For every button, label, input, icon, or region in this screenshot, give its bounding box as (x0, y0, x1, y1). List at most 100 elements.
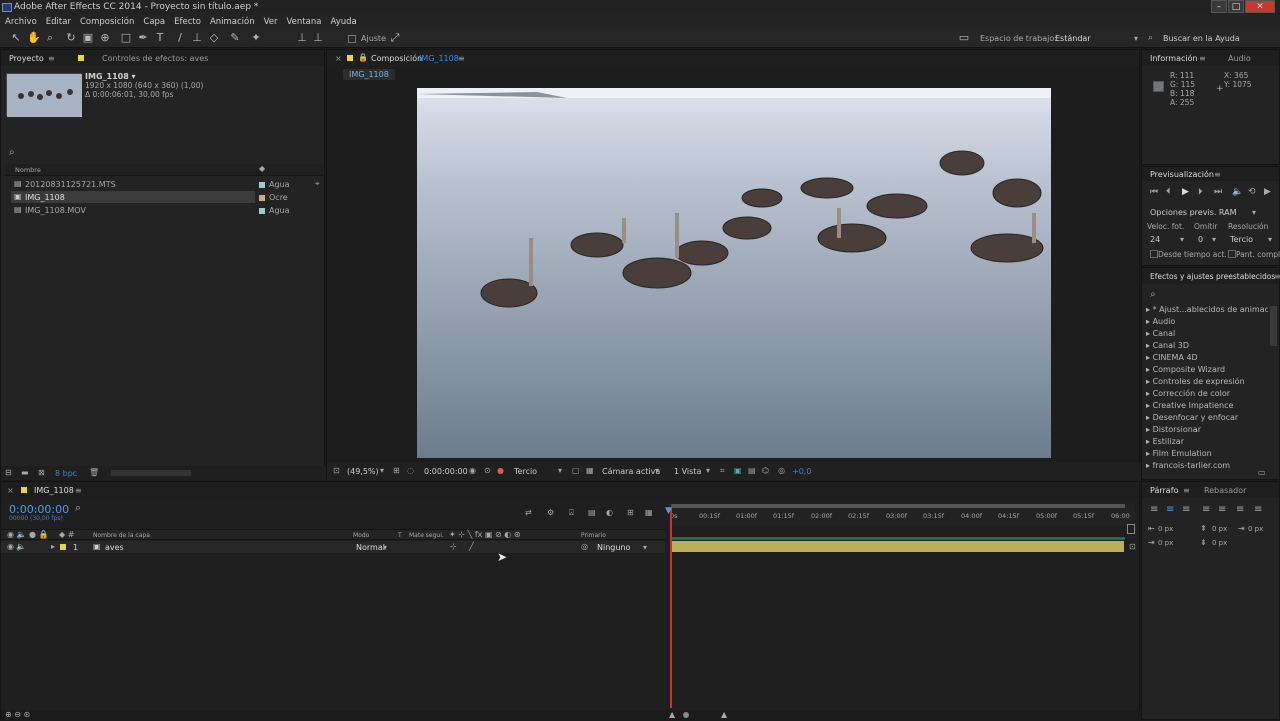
list-item[interactable]: ▸ Composite Wizard (1146, 365, 1225, 374)
skip-dropdown-icon[interactable]: ▾ (1212, 235, 1216, 244)
previous-frame-icon[interactable]: ⏴ (1166, 187, 1171, 197)
skip-select[interactable]: 0 (1198, 235, 1203, 244)
preview-resolution-select[interactable]: Tercio (1230, 235, 1253, 244)
video-visibility-icon[interactable]: ◉ (7, 542, 14, 551)
region-of-interest-icon[interactable]: ▢ (572, 466, 580, 475)
justify-all-icon[interactable]: ≡ (1254, 504, 1262, 515)
frame-blending-icon[interactable]: ▤ (588, 508, 596, 517)
resolution-select[interactable]: Tercio (514, 467, 537, 476)
fast-previews-icon[interactable]: ▣ (734, 466, 742, 475)
eraser-tool-icon[interactable]: ◇ (208, 32, 220, 44)
list-item[interactable]: ▸ Corrección de color (1146, 389, 1230, 398)
timeline-search-icon[interactable]: ⌕ (75, 501, 81, 515)
toggle-pixel-aspect-icon[interactable]: ⌗ (720, 466, 725, 476)
column-track-matte[interactable]: Mate segui. (409, 532, 444, 539)
menu-icon[interactable]: ≡ (1274, 272, 1280, 281)
justify-right-icon[interactable]: ≡ (1236, 504, 1244, 515)
preview-resolution-dropdown-icon[interactable]: ▾ (1268, 235, 1272, 244)
space-after-value[interactable]: 0 px (1212, 539, 1227, 547)
new-preset-icon[interactable]: ▭ (1258, 468, 1266, 477)
tab-audio[interactable]: Audio (1228, 54, 1251, 63)
layer-name[interactable]: aves (105, 543, 124, 552)
column-t[interactable]: T (398, 532, 402, 539)
list-item[interactable]: ▸ Canal (1146, 329, 1175, 338)
indent-left-value[interactable]: 0 px (1158, 525, 1173, 533)
label-column-icon[interactable]: ◆ (259, 164, 265, 173)
layer-mode-select[interactable]: Normal (356, 543, 385, 552)
quality-switch-icon[interactable]: ╱ (469, 542, 474, 551)
roto-brush-tool-icon[interactable]: ✎ (229, 32, 241, 44)
list-item[interactable]: ▣ IMG_1108 (11, 191, 255, 203)
maximize-button[interactable]: □ (1228, 0, 1244, 13)
menu-capa[interactable]: Capa (143, 17, 165, 27)
justify-left-icon[interactable]: ≡ (1202, 504, 1210, 515)
bpc-button[interactable]: 8 bpc (55, 469, 77, 478)
help-search-input[interactable]: Buscar en la Ayuda (1163, 34, 1240, 43)
expand-panes-icons[interactable]: ⊕ ⊖ ⊛ (5, 710, 30, 719)
column-mode[interactable]: Modo (353, 532, 369, 539)
list-item[interactable]: ▤ IMG_1108.MOV Agua (11, 204, 321, 216)
audio-toggle-icon[interactable]: 🔈 (16, 542, 26, 551)
resolution-dropdown-icon[interactable]: ▾ (558, 466, 562, 475)
rotate-tool-icon[interactable]: ↻ (65, 32, 77, 44)
timeline-icon[interactable]: ▤ (748, 466, 756, 475)
hide-shy-layers-icon[interactable]: ⍓ (569, 508, 574, 518)
list-item[interactable]: ▸ Canal 3D (1146, 341, 1189, 350)
composition-subtab[interactable]: IMG_1108 (343, 69, 395, 80)
camera-tool-icon[interactable]: ▣ (82, 32, 94, 44)
zoom-in-icon[interactable]: ▲ (721, 710, 727, 719)
interpret-footage-icon[interactable]: ⊟ (5, 468, 12, 477)
snap-checkbox[interactable] (348, 35, 356, 43)
comp-mini-flowchart-icon[interactable]: ⇄ (525, 508, 532, 517)
puppet-tool-icon[interactable]: ✦ (250, 32, 262, 44)
justify-center-icon[interactable]: ≡ (1218, 504, 1226, 515)
brainstorm-icon[interactable]: ▦ (645, 508, 653, 517)
table-row[interactable]: ◉ 🔈 ▸ 1 ▣ aves Normal ▾ ⊹ ╱ ◎ Ninguno ▾ (1, 541, 665, 553)
delete-icon[interactable]: 🗑 (89, 468, 99, 477)
column-parent[interactable]: Primario (581, 532, 606, 539)
ram-options-select[interactable]: Opciones previs. RAM (1150, 208, 1237, 217)
next-frame-icon[interactable]: ⏵ (1198, 187, 1203, 197)
menu-animacion[interactable]: Animación (210, 17, 255, 27)
full-screen-checkbox[interactable] (1228, 250, 1236, 258)
tab-effect-controls[interactable]: Controles de efectos: aves (102, 54, 208, 63)
fps-dropdown-icon[interactable]: ▾ (1180, 235, 1184, 244)
mask-visibility-icon[interactable]: ◌ (407, 466, 414, 475)
menu-composicion[interactable]: Composición (80, 17, 134, 27)
camera-dropdown-icon[interactable]: ▾ (655, 466, 659, 475)
new-composition-icon[interactable]: ⊠ (38, 468, 45, 477)
pick-whip-icon[interactable]: ◎ (581, 542, 588, 551)
workspace-dropdown-icon[interactable]: ▾ (1134, 34, 1138, 43)
list-item[interactable]: ▸ Controles de expresión (1146, 377, 1245, 386)
menu-icon[interactable]: ≡ (1199, 54, 1206, 63)
menu-efecto[interactable]: Efecto (174, 17, 201, 27)
list-item[interactable]: ▸ Creative Impatience (1146, 401, 1233, 410)
zoom-slider[interactable] (683, 712, 689, 718)
tab-tracker[interactable]: Rebasador (1204, 486, 1246, 495)
menu-ayuda[interactable]: Ayuda (330, 17, 356, 27)
draft-3d-icon[interactable]: ⚙ (547, 508, 554, 517)
exposure-reset-icon[interactable]: ◎ (778, 466, 785, 475)
fps-select[interactable]: 24 (1150, 235, 1160, 244)
camera-select[interactable]: Cámara activa (602, 467, 660, 476)
layer-mode-dropdown-icon[interactable]: ▾ (383, 543, 387, 552)
menu-icon[interactable]: ≡ (48, 54, 55, 63)
list-item[interactable]: ▸ Film Emulation (1146, 449, 1212, 458)
play-icon[interactable]: ▶ (1182, 187, 1189, 197)
tab-composition[interactable]: Composición (371, 54, 422, 63)
space-before-value[interactable]: 0 px (1212, 525, 1227, 533)
zoom-tool-icon[interactable]: ⌕ (44, 32, 56, 44)
composition-viewer[interactable] (417, 88, 1051, 458)
menu-icon[interactable]: ≡ (1214, 170, 1221, 179)
flow-icon[interactable]: ⌖ (315, 179, 320, 189)
layer-duration-bar[interactable] (672, 541, 1124, 552)
ram-preview-icon[interactable]: ▶ (1264, 187, 1271, 197)
list-item[interactable]: ▤ 20120831125721.MTS Agua ⌖ (11, 178, 321, 190)
first-frame-icon[interactable]: ⏮ (1150, 187, 1158, 197)
tab-info[interactable]: Información (1150, 54, 1198, 63)
snap-icon[interactable]: ⤢ (389, 32, 401, 44)
list-item[interactable]: ▸ Distorsionar (1146, 425, 1201, 434)
first-line-indent-value[interactable]: 0 px (1158, 539, 1173, 547)
ram-options-dropdown-icon[interactable]: ▾ (1252, 208, 1256, 217)
pan-behind-tool-icon[interactable]: ⊕ (99, 32, 111, 44)
